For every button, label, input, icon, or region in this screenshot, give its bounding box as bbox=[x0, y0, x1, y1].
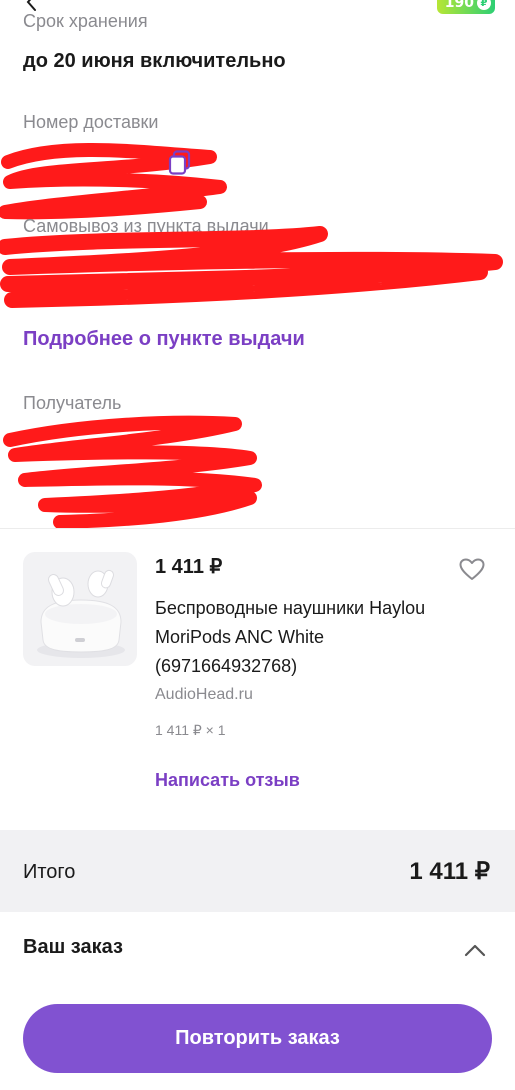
chevron-up-icon[interactable] bbox=[463, 942, 487, 958]
product-seller[interactable]: AudioHead.ru bbox=[155, 686, 253, 704]
total-label: Итого bbox=[23, 861, 76, 883]
product-image[interactable] bbox=[23, 552, 137, 666]
copy-icon[interactable] bbox=[168, 150, 192, 176]
product-quantity: 1 411 ₽ × 1 bbox=[155, 722, 226, 738]
repeat-order-button[interactable]: Повторить заказ bbox=[23, 1004, 492, 1073]
points-badge[interactable]: 190 ₽ bbox=[436, 0, 495, 14]
divider bbox=[0, 528, 515, 529]
points-value: 190 bbox=[444, 0, 474, 11]
storage-label: Срок хранения bbox=[23, 11, 148, 31]
order-section-title[interactable]: Ваш заказ bbox=[23, 936, 123, 959]
product-price: 1 411 ₽ bbox=[155, 556, 223, 578]
pickup-details-link[interactable]: Подробнее о пункте выдачи bbox=[23, 328, 305, 351]
redaction-scribble bbox=[3, 415, 262, 529]
redaction-scribble bbox=[0, 226, 503, 308]
product-title[interactable]: Беспроводные наушники Haylou MoriPods AN… bbox=[155, 594, 455, 681]
heart-icon[interactable] bbox=[459, 558, 485, 582]
coin-icon: ₽ bbox=[477, 0, 491, 10]
delivery-number-label: Номер доставки bbox=[23, 112, 159, 132]
storage-value: до 20 июня включительно bbox=[23, 50, 286, 72]
total-value: 1 411 ₽ bbox=[409, 858, 490, 885]
write-review-link[interactable]: Написать отзыв bbox=[155, 770, 300, 791]
earbuds-image bbox=[37, 569, 125, 658]
redaction-scribble bbox=[0, 143, 227, 220]
